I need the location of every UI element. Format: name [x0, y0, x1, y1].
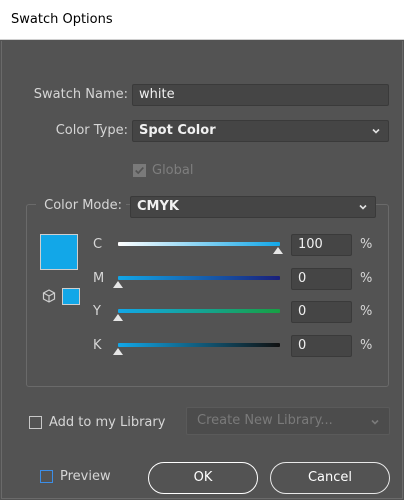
- channel-value-c[interactable]: 100: [291, 234, 352, 256]
- color-type-select[interactable]: Spot Color: [132, 120, 389, 142]
- channel-value-m[interactable]: 0: [291, 268, 352, 290]
- swatch-name-label: Swatch Name:: [33, 87, 128, 102]
- channel-label-y: Y: [93, 304, 101, 319]
- chevron-down-icon: [372, 128, 380, 134]
- add-to-library-label: Add to my Library: [49, 415, 166, 430]
- slider-track-c[interactable]: [118, 242, 280, 246]
- percent-unit: %: [360, 237, 373, 252]
- percent-unit: %: [360, 304, 373, 319]
- color-group: [26, 204, 389, 387]
- window-title: Swatch Options: [11, 12, 113, 27]
- percent-unit: %: [360, 338, 373, 353]
- slider-thumb-y[interactable]: [113, 314, 123, 321]
- channel-label-m: M: [93, 271, 105, 286]
- cancel-button[interactable]: Cancel: [270, 462, 390, 494]
- slider-thumb-c[interactable]: [273, 247, 283, 254]
- color-mode-label: Color Mode:: [36, 198, 126, 213]
- channel-label-k: K: [93, 338, 102, 353]
- checkmark-icon: [135, 166, 144, 175]
- slider-track-k[interactable]: [118, 343, 280, 347]
- slider-thumb-m[interactable]: [113, 281, 123, 288]
- channel-value-k[interactable]: 0: [291, 335, 352, 357]
- swatch-name-input[interactable]: white: [132, 84, 389, 106]
- chevron-down-icon: [359, 204, 367, 210]
- preview-label: Preview: [60, 469, 111, 484]
- title-bar: Swatch Options: [0, 0, 404, 40]
- cube-icon[interactable]: [42, 289, 56, 303]
- global-label: Global: [152, 163, 194, 178]
- slider-track-m[interactable]: [118, 276, 280, 280]
- color-mode-select[interactable]: CMYK: [130, 196, 376, 218]
- percent-unit: %: [360, 271, 373, 286]
- preview-checkbox[interactable]: [40, 470, 53, 483]
- slider-thumb-k[interactable]: [113, 348, 123, 355]
- channel-value-y[interactable]: 0: [291, 301, 352, 323]
- color-mode-value: CMYK: [137, 199, 179, 214]
- chevron-down-icon: [371, 419, 379, 425]
- library-select[interactable]: Create New Library...: [186, 407, 390, 435]
- ok-button[interactable]: OK: [148, 462, 258, 494]
- global-checkbox[interactable]: [133, 164, 146, 177]
- library-select-value: Create New Library...: [197, 413, 333, 428]
- color-type-label: Color Type:: [55, 123, 128, 138]
- slider-track-y[interactable]: [118, 309, 280, 313]
- web-safe-swatch[interactable]: [62, 288, 80, 305]
- add-to-library-checkbox[interactable]: [29, 416, 42, 429]
- channel-label-c: C: [93, 237, 103, 252]
- color-preview-swatch: [40, 234, 78, 270]
- color-type-value: Spot Color: [139, 123, 216, 138]
